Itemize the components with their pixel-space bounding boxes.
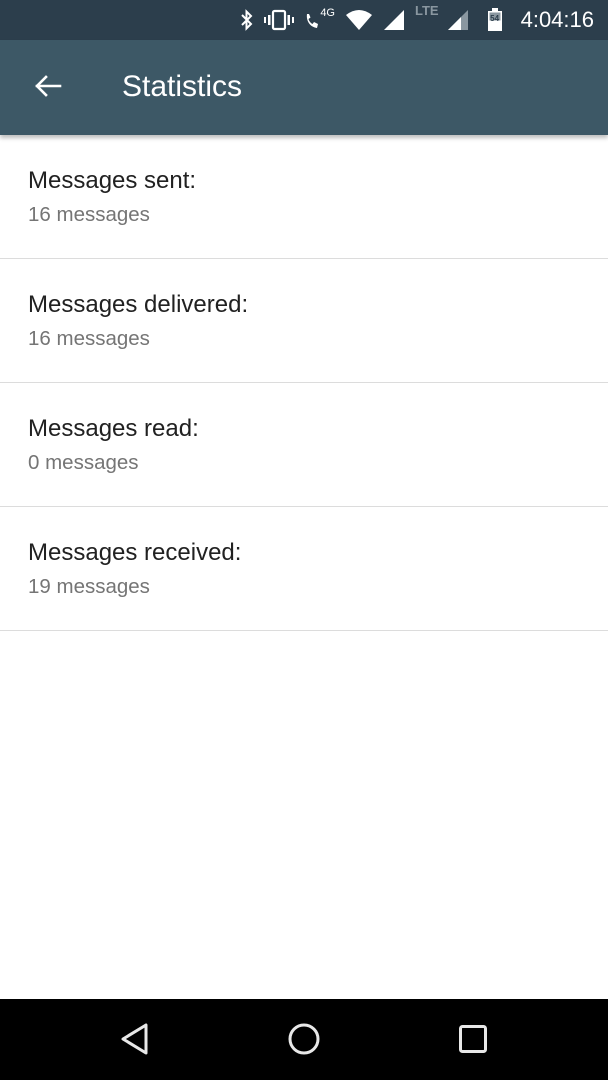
status-bar: 4G LTE 54 4:04:16 — [0, 0, 608, 40]
recents-square-icon — [458, 1024, 488, 1058]
stat-label: Messages delivered: — [28, 291, 249, 318]
back-triangle-icon — [120, 1022, 150, 1060]
signal-icon — [383, 9, 405, 31]
stat-label: Messages received: — [28, 539, 242, 566]
clock: 4:04:16 — [520, 7, 594, 32]
stat-item-sent: Messages sent: 16 messages — [0, 135, 608, 259]
stat-value: 16 messages — [28, 203, 150, 226]
stat-label: Messages read: — [28, 415, 199, 442]
stat-item-delivered: Messages delivered: 16 messages — [0, 259, 608, 383]
stat-label: Messages sent: — [28, 167, 197, 194]
stat-item-received: Messages received: 19 messages — [0, 507, 608, 631]
stat-value: 19 messages — [28, 575, 150, 598]
stat-item-read: Messages read: 0 messages — [0, 383, 608, 507]
nav-back-button[interactable] — [113, 1019, 157, 1063]
nav-recents-button[interactable] — [451, 1019, 495, 1063]
stat-value: 16 messages — [28, 327, 150, 350]
signal-lte-icon: LTE — [415, 3, 471, 31]
toolbar: Statistics — [0, 40, 608, 135]
battery-icon: 54 — [487, 8, 503, 32]
vibrate-icon — [264, 9, 295, 31]
network-type-label: LTE — [415, 3, 439, 18]
stat-value: 0 messages — [28, 451, 139, 474]
page-title: Statistics — [122, 70, 243, 103]
wifi-call-icon: 4G — [304, 7, 335, 31]
network-type-label: 4G — [320, 7, 335, 19]
wifi-icon — [345, 9, 373, 31]
nav-home-button[interactable] — [282, 1019, 326, 1063]
status-icons: 4G LTE 54 4:04:16 — [240, 0, 594, 40]
home-circle-icon — [287, 1022, 321, 1060]
navigation-bar — [0, 999, 608, 1080]
arrow-left-icon — [34, 74, 62, 102]
back-button[interactable] — [28, 68, 68, 108]
bluetooth-icon — [240, 9, 254, 31]
statistics-list: Messages sent: 16 messages Messages deli… — [0, 135, 608, 631]
battery-level: 54 — [490, 14, 500, 23]
